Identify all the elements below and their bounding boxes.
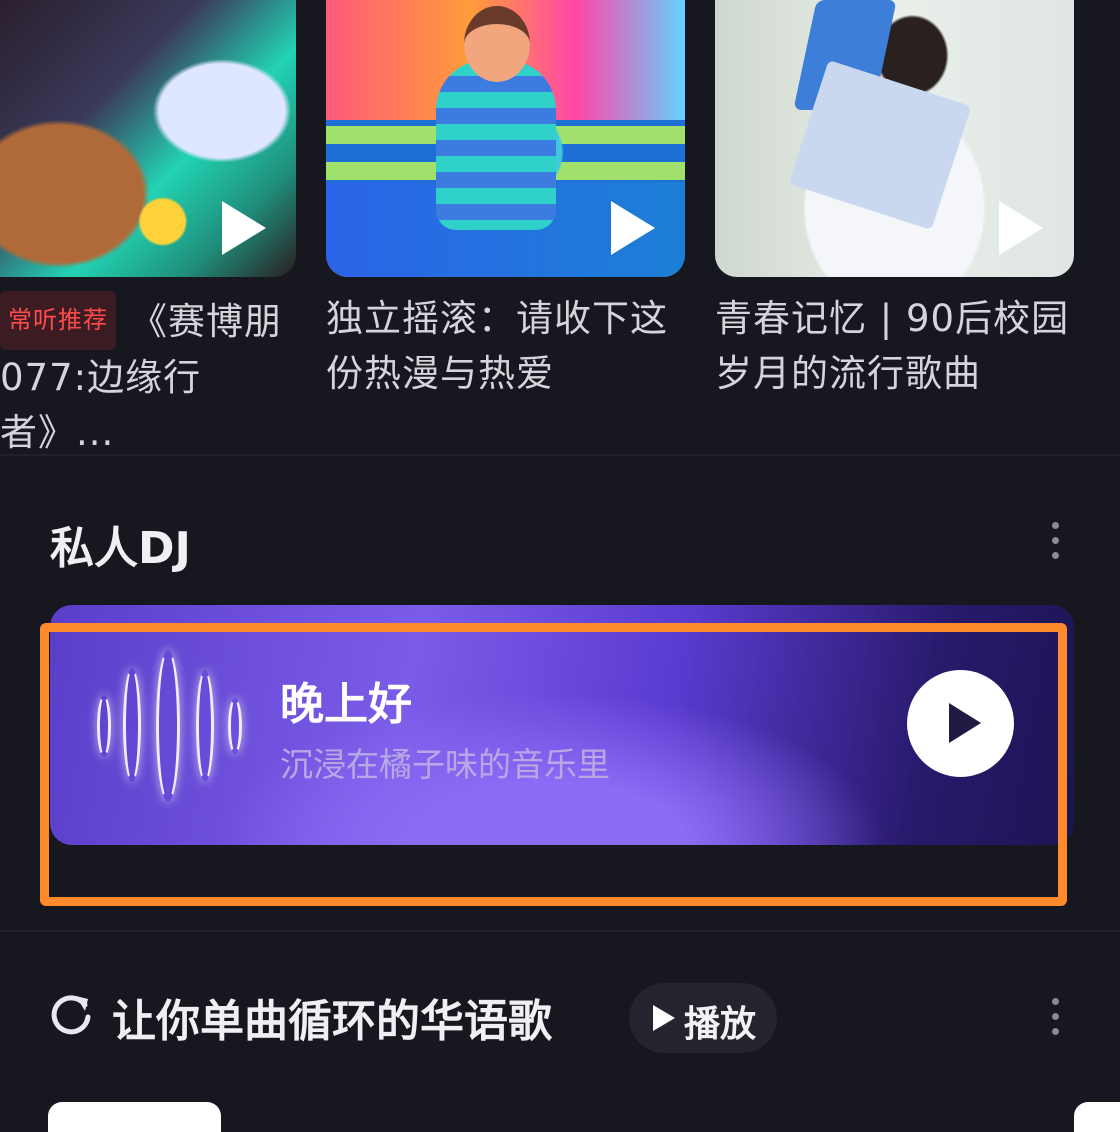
playlist-cover-3[interactable]: [715, 0, 1074, 277]
playlist-title-2[interactable]: 独立摇滚：请收下这 份热漫与热爱: [326, 291, 696, 401]
play-icon: [653, 1005, 675, 1031]
play-all-button[interactable]: 播放: [629, 983, 777, 1053]
play-icon: [611, 201, 655, 255]
divider: [0, 930, 1120, 932]
loop-icon: [51, 995, 91, 1035]
recommend-tag: 常听推荐: [0, 291, 116, 350]
more-icon[interactable]: [1052, 998, 1060, 1043]
playlist-cover-2[interactable]: [326, 0, 685, 277]
song-card-preview[interactable]: [48, 1102, 221, 1132]
playlist-cover-1[interactable]: [0, 0, 296, 277]
song-card-preview[interactable]: [1074, 1102, 1120, 1132]
more-icon[interactable]: [1052, 522, 1060, 567]
playlist-title-3[interactable]: 青春记忆 | 90后校园 岁月的流行歌曲: [715, 291, 1095, 401]
divider: [0, 454, 1120, 456]
section-title-chinese-songs: 让你单曲循环的华语歌: [112, 996, 552, 1047]
play-icon: [222, 201, 266, 255]
section-title-dj: 私人DJ: [50, 523, 191, 574]
highlight-box: [40, 623, 1067, 906]
play-icon: [999, 201, 1043, 255]
playlist-title-1[interactable]: 常听推荐 《赛博朋 077:边缘行者》...: [0, 291, 300, 460]
